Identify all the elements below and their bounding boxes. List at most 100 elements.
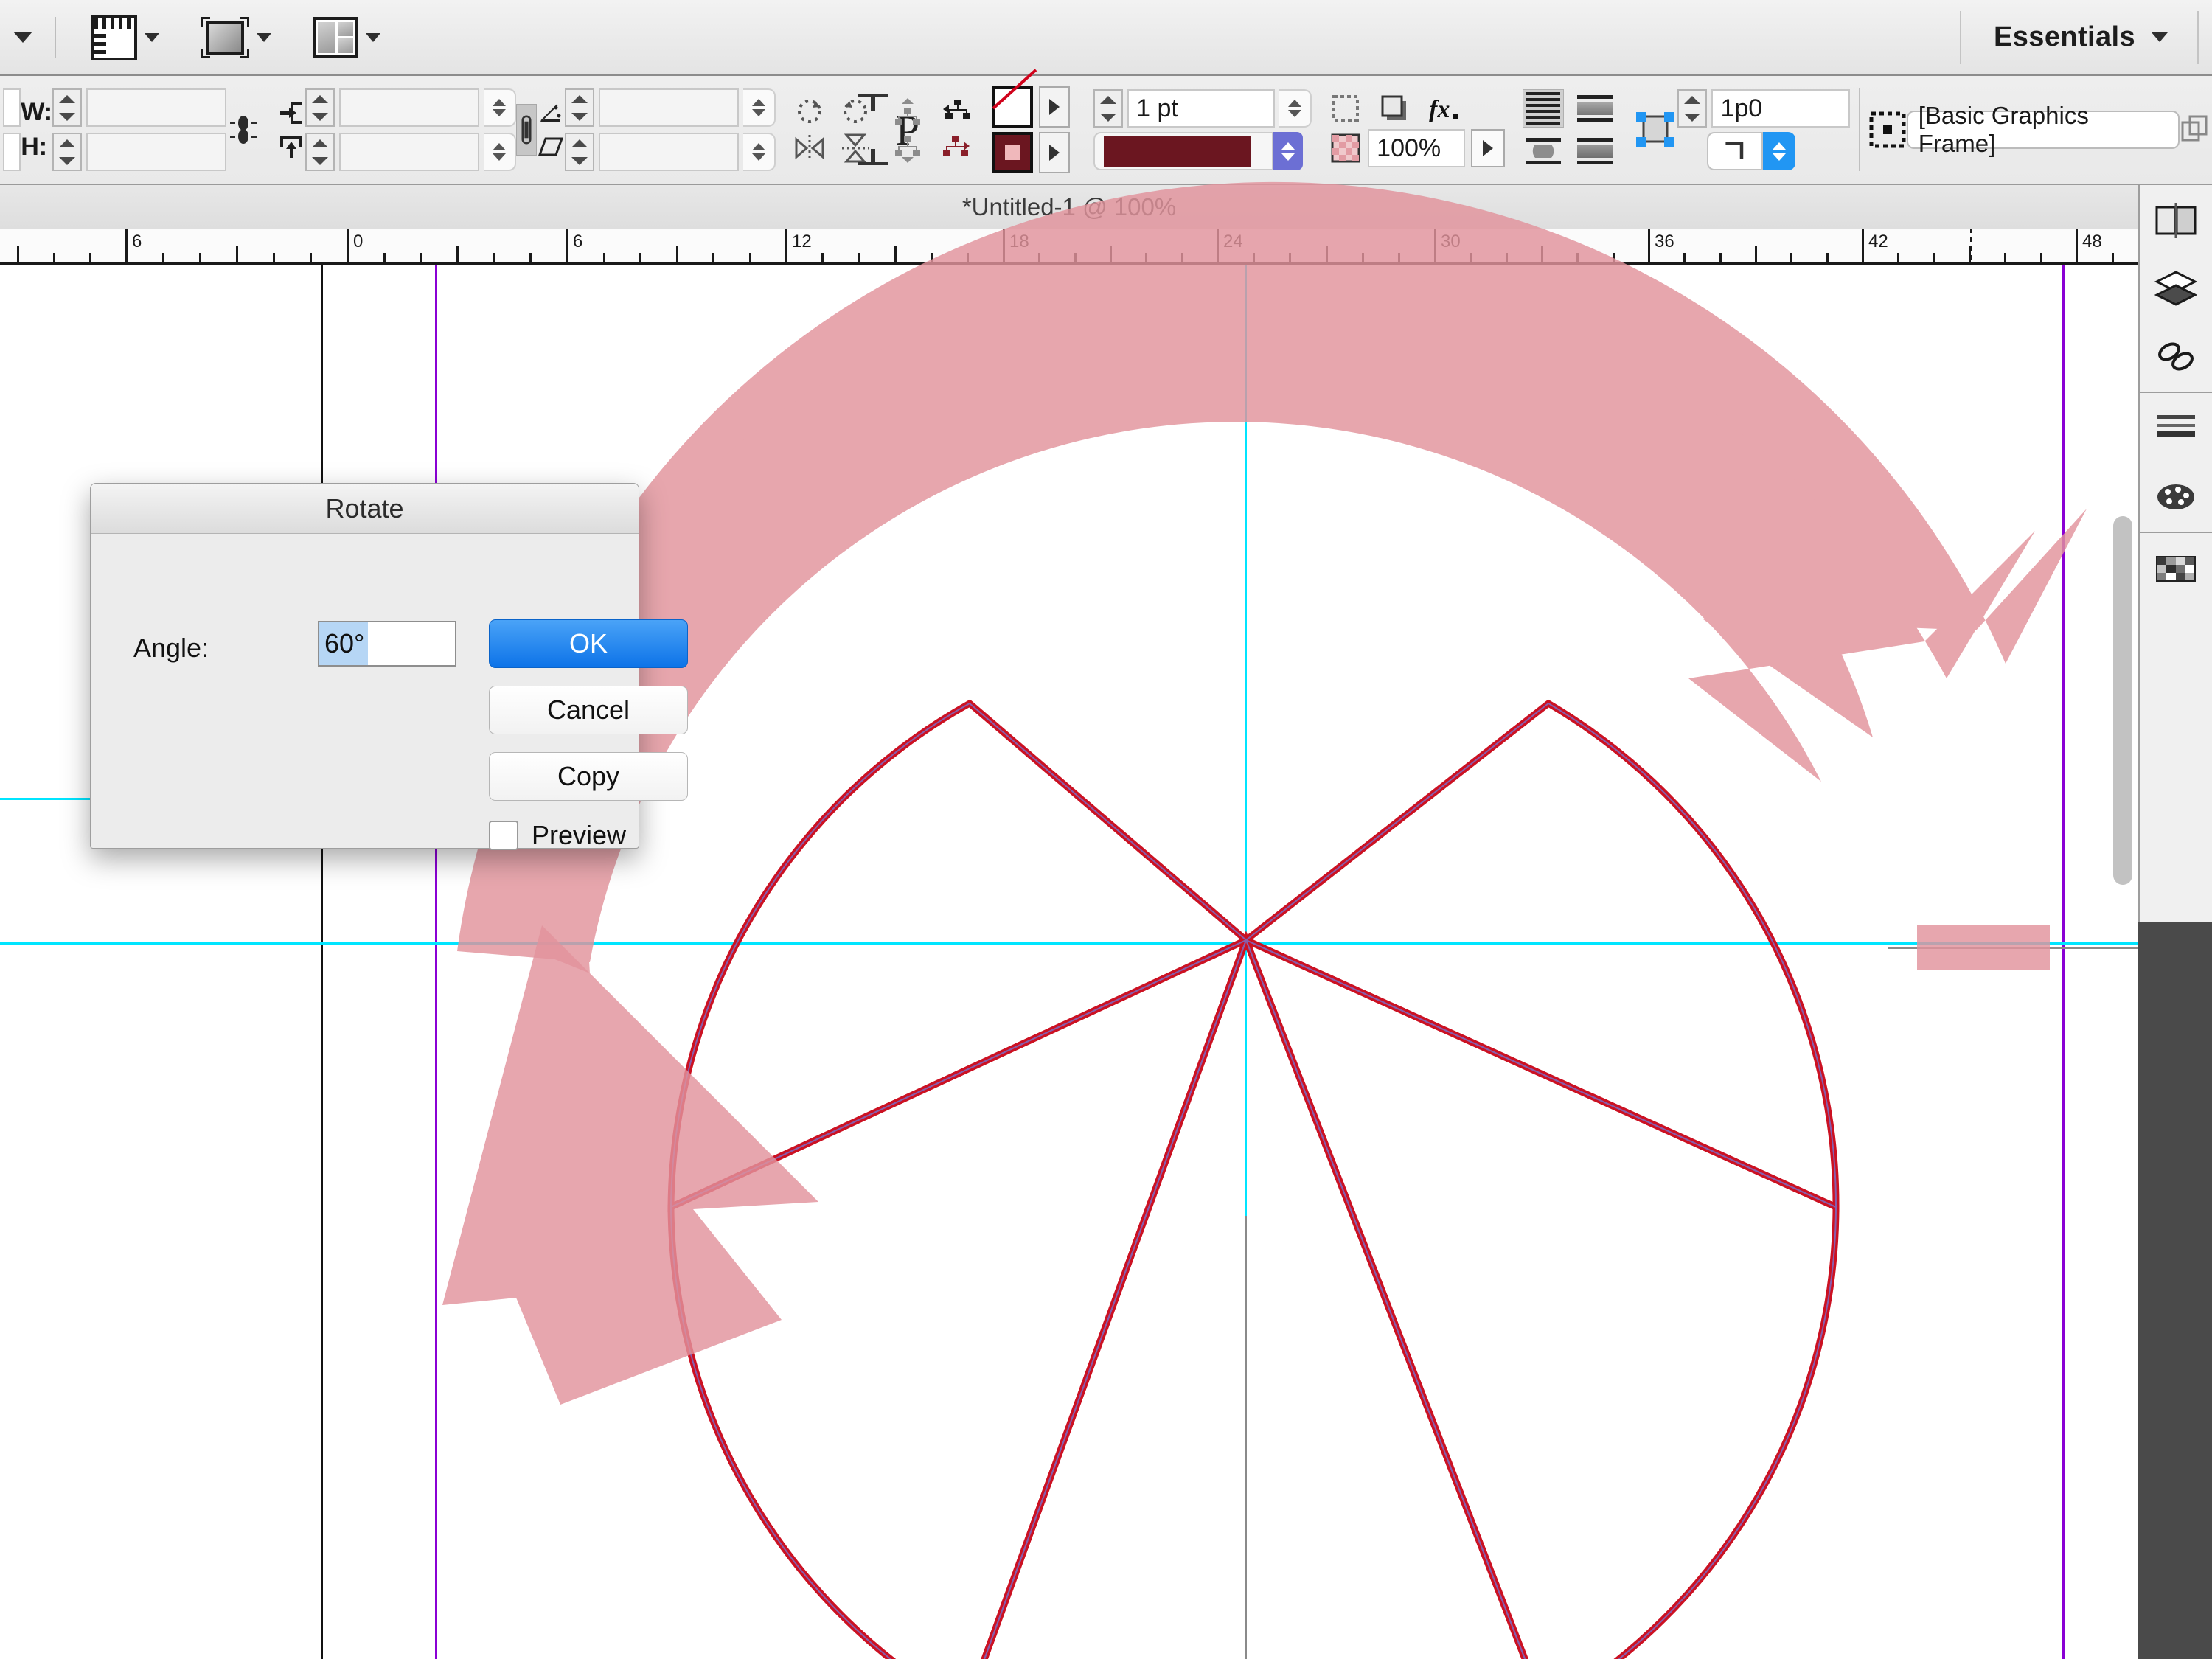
select-next-object-icon[interactable] (942, 132, 974, 164)
stroke-icon[interactable] (2154, 409, 2197, 448)
corner-options-icon[interactable] (1633, 108, 1677, 152)
screen-mode-button[interactable] (201, 16, 271, 58)
flip-horizontal-icon[interactable] (793, 132, 826, 164)
select-previous-object-icon[interactable] (942, 95, 974, 128)
workspace-chevron-down-icon[interactable] (2152, 32, 2168, 42)
horizontal-ruler[interactable]: 6 0 6 12 18 24 30 36 42 48 (0, 229, 2138, 265)
stroke-weight-control[interactable]: 1 pt (1093, 89, 1312, 128)
select-container-parent-icon[interactable] (891, 132, 924, 164)
corner-shape-control[interactable] (1707, 132, 1850, 170)
shear-input[interactable] (599, 133, 740, 171)
object-style-icon[interactable] (1868, 111, 1907, 149)
rotation-input[interactable] (599, 88, 740, 127)
shear-control[interactable] (565, 133, 776, 171)
opacity-dropdown-icon[interactable] (1471, 129, 1506, 167)
y-input[interactable] (338, 133, 479, 171)
control-bar-row-1: Essentials (0, 0, 2212, 76)
chevron-down-icon[interactable] (257, 32, 271, 42)
corner-size-control[interactable]: 1p0 (1677, 89, 1851, 128)
stroke-type-preview (1104, 136, 1252, 167)
width-input[interactable] (86, 88, 227, 127)
stroke-type-control[interactable] (1093, 132, 1312, 170)
links-icon[interactable] (2154, 337, 2197, 375)
chevron-down-icon[interactable] (145, 32, 159, 42)
preview-label: Preview (532, 820, 627, 850)
control-panel-menu-icon[interactable] (13, 32, 32, 43)
fill-color-swatch[interactable] (992, 132, 1034, 173)
shear-chevron-icon[interactable] (743, 133, 776, 171)
opacity-input[interactable]: 100% (1368, 129, 1466, 167)
ruler-minor-tick (1541, 246, 1543, 262)
chevron-down-icon[interactable] (366, 32, 380, 42)
angle-input[interactable]: 60° (318, 621, 456, 667)
x-position-control[interactable] (305, 88, 516, 127)
stroke-swatch-dropdown-icon[interactable] (1039, 86, 1071, 128)
fit-content-proportionally-button[interactable] (1523, 89, 1565, 128)
ok-button[interactable]: OK (489, 619, 688, 668)
drop-shadow-icon[interactable] (1378, 92, 1411, 125)
color-icon[interactable] (2154, 477, 2197, 515)
arrange-documents-button[interactable] (313, 16, 380, 58)
x-stepper[interactable] (305, 88, 335, 127)
preview-checkbox-row[interactable]: Preview (489, 820, 626, 851)
shear-stepper[interactable] (565, 133, 595, 171)
document-tab[interactable]: *Untitled-1 @ 100% (0, 185, 2138, 229)
ruler-minor-tick (1613, 253, 1615, 262)
ruler-minor-tick (1470, 253, 1472, 262)
swatches-icon[interactable] (2154, 549, 2197, 588)
copy-button[interactable]: Copy (489, 752, 688, 801)
stroke-weight-input[interactable]: 1 pt (1127, 89, 1276, 128)
stroke-type-stepper[interactable] (1273, 132, 1304, 170)
height-input[interactable] (86, 133, 227, 171)
y-position-control[interactable] (305, 133, 516, 171)
document-canvas[interactable] (0, 265, 2138, 1659)
fill-swatch-dropdown-icon[interactable] (1039, 132, 1071, 173)
ruler-label: 36 (1655, 232, 1674, 251)
reference-point-proxy[interactable] (3, 88, 21, 171)
workspace-switcher-label[interactable]: Essentials (1994, 21, 2135, 53)
rotation-control[interactable] (565, 88, 776, 127)
duplicate-icon[interactable] (2180, 114, 2212, 146)
constrain-scale-toggle[interactable] (515, 104, 537, 156)
fill-frame-proportionally-button[interactable] (1523, 132, 1564, 170)
layers-icon[interactable] (2154, 269, 2198, 307)
width-control[interactable] (52, 88, 227, 127)
document-title: *Untitled-1 @ 100% (961, 192, 1177, 220)
guide-vertical-purple-right (2062, 265, 2065, 1659)
rotate-dialog[interactable]: Rotate Angle: 60° OK Cancel Copy Preview (90, 483, 688, 851)
ruler-minor-tick (17, 246, 19, 262)
width-stepper[interactable] (52, 88, 83, 127)
view-options-button[interactable] (91, 14, 159, 60)
y-chevron-icon[interactable] (483, 133, 516, 171)
rotate-dialog-titlebar[interactable]: Rotate (91, 484, 639, 534)
rotation-stepper[interactable] (565, 88, 595, 127)
select-container-icon[interactable]: P (857, 94, 919, 165)
vertical-scrollbar[interactable] (2113, 516, 2132, 885)
x-chevron-icon[interactable] (483, 88, 516, 127)
opacity-control[interactable]: 100% (1329, 129, 1506, 167)
preview-checkbox[interactable] (489, 821, 518, 850)
transparency-icon[interactable] (1329, 132, 1362, 164)
corner-size-input[interactable]: 1p0 (1711, 89, 1851, 128)
rotate-clockwise-icon[interactable] (793, 95, 826, 128)
stroke-color-swatch[interactable] (992, 86, 1034, 128)
fit-frame-to-content-button[interactable] (1574, 89, 1615, 128)
center-content-button[interactable] (1574, 132, 1615, 170)
x-input[interactable] (338, 88, 479, 127)
select-content-icon[interactable] (891, 95, 924, 128)
cancel-button[interactable]: Cancel (489, 686, 688, 734)
height-control[interactable] (52, 133, 227, 171)
height-stepper[interactable] (52, 133, 83, 171)
constrain-proportions-icon[interactable] (227, 114, 260, 146)
ruler-minor-tick (456, 246, 459, 262)
rotation-chevron-icon[interactable] (743, 88, 776, 127)
effects-fx-icon[interactable]: fx (1427, 92, 1459, 125)
y-stepper[interactable] (305, 133, 335, 171)
stroke-weight-stepper[interactable] (1093, 89, 1124, 128)
corner-size-stepper[interactable] (1677, 89, 1708, 128)
stroke-weight-chevron-icon[interactable] (1279, 89, 1312, 128)
text-wrap-icon[interactable] (1329, 92, 1362, 125)
object-style-field[interactable]: [Basic Graphics Frame] (1906, 102, 2180, 157)
corner-shape-stepper[interactable] (1763, 132, 1796, 170)
pages-icon[interactable] (2154, 201, 2197, 240)
